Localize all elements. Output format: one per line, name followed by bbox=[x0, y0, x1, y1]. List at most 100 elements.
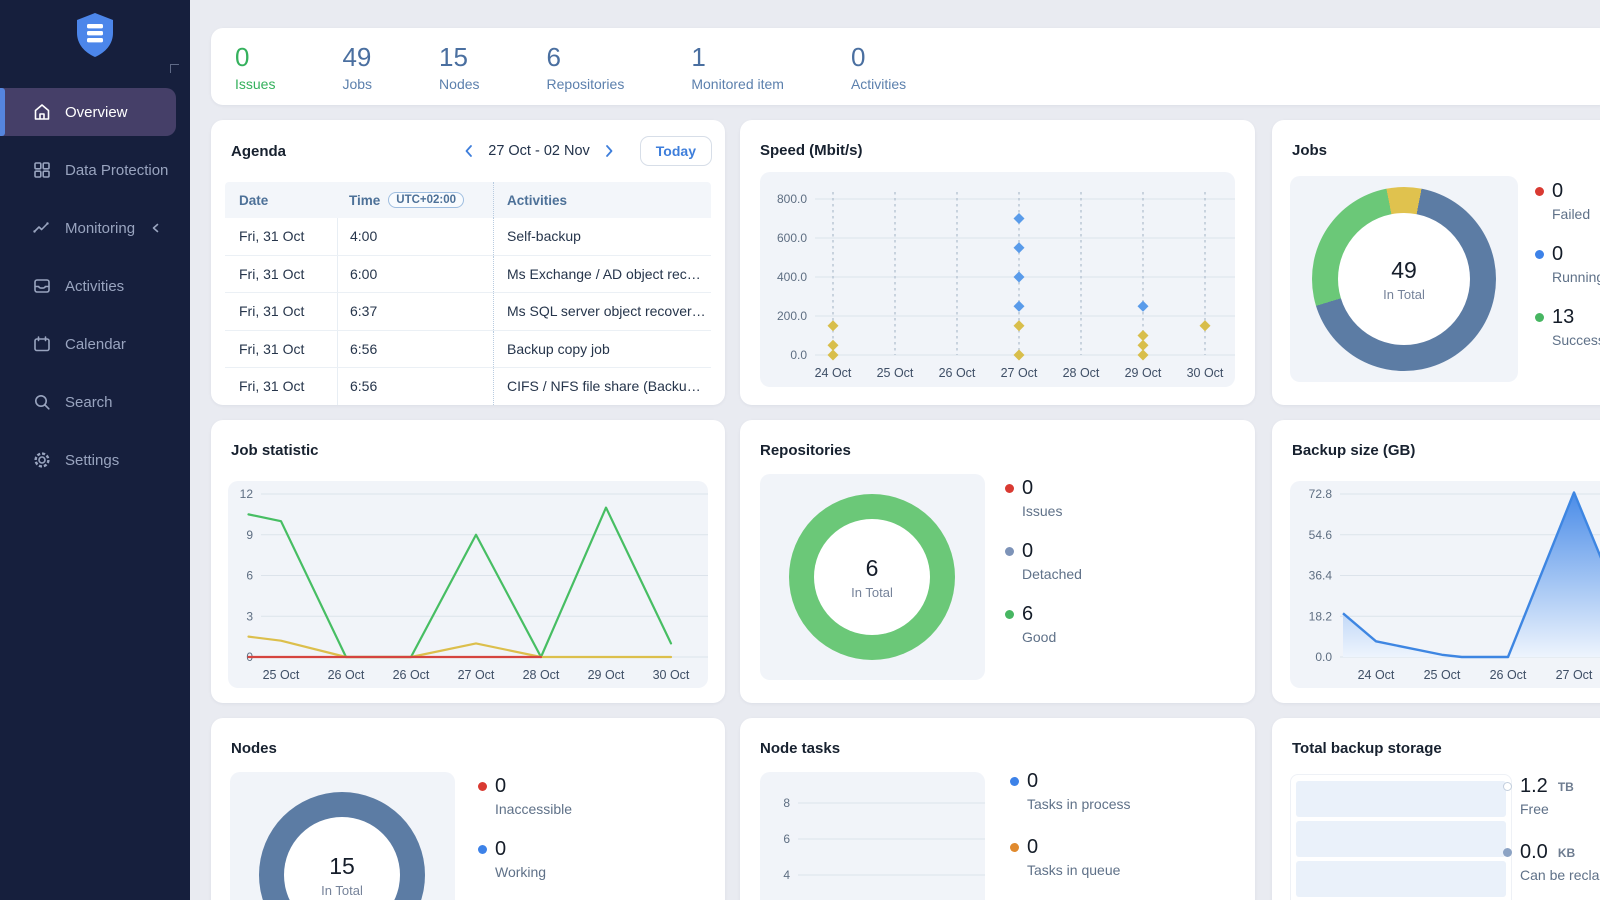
repositories-total-label: In Total bbox=[851, 585, 893, 600]
sidebar-item-label: Settings bbox=[65, 452, 119, 469]
stat-label: Activities bbox=[851, 76, 906, 92]
svg-text:24 Oct: 24 Oct bbox=[815, 366, 852, 380]
agenda-row[interactable]: Fri, 31 Oct 6:56 CIFS / NFS file share (… bbox=[225, 368, 711, 405]
sidebar-item-monitoring[interactable]: Monitoring bbox=[0, 204, 176, 252]
sidebar-item-label: Calendar bbox=[65, 336, 126, 353]
column-header-date: Date bbox=[225, 193, 337, 208]
svg-text:18.2: 18.2 bbox=[1309, 609, 1333, 623]
card-title: Speed (Mbit/s) bbox=[760, 142, 863, 159]
svg-text:26 Oct: 26 Oct bbox=[328, 668, 365, 682]
sidebar-item-label: Activities bbox=[65, 278, 124, 295]
jobs-donut-panel: 49 In Total bbox=[1290, 176, 1518, 382]
svg-text:27 Oct: 27 Oct bbox=[458, 668, 495, 682]
repositories-donut-panel: 6 In Total bbox=[760, 474, 985, 680]
svg-text:400.0: 400.0 bbox=[777, 270, 807, 284]
svg-text:28 Oct: 28 Oct bbox=[523, 668, 560, 682]
svg-text:26 Oct: 26 Oct bbox=[939, 366, 976, 380]
storage-bar bbox=[1296, 861, 1506, 897]
svg-text:25 Oct: 25 Oct bbox=[877, 366, 914, 380]
storage-bars bbox=[1290, 774, 1512, 900]
sidebar-item-calendar[interactable]: Calendar bbox=[0, 320, 176, 368]
sidebar-item-data-protection[interactable]: Data Protection bbox=[0, 146, 176, 194]
grid-icon bbox=[32, 160, 52, 180]
stat-value: 15 bbox=[439, 42, 479, 72]
card-title: Nodes bbox=[231, 740, 277, 757]
backup-size-panel: 0.018.236.454.672.824 Oct25 Oct26 Oct27 … bbox=[1290, 481, 1600, 688]
svg-text:6: 6 bbox=[246, 569, 253, 583]
stat-activities[interactable]: 0 Activities bbox=[851, 42, 906, 92]
stat-monitored-item[interactable]: 1 Monitored item bbox=[691, 42, 784, 92]
agenda-date-range[interactable]: 27 Oct - 02 Nov bbox=[488, 143, 590, 159]
chevron-right-icon bbox=[601, 143, 617, 159]
repositories-donut-chart: 6 In Total bbox=[789, 494, 955, 660]
card-title: Node tasks bbox=[760, 740, 840, 757]
stat-jobs[interactable]: 49 Jobs bbox=[342, 42, 372, 92]
home-icon bbox=[32, 102, 52, 122]
stat-label: Jobs bbox=[342, 76, 372, 92]
svg-text:25 Oct: 25 Oct bbox=[263, 668, 300, 682]
jobs-total-label: In Total bbox=[1383, 287, 1425, 302]
svg-text:29 Oct: 29 Oct bbox=[588, 668, 625, 682]
agenda-row[interactable]: Fri, 31 Oct 6:37 Ms SQL server object re… bbox=[225, 293, 711, 331]
legend-item: 0 Working bbox=[478, 838, 572, 880]
svg-text:24 Oct: 24 Oct bbox=[1358, 668, 1395, 682]
app-logo-shield-icon bbox=[74, 12, 116, 58]
legend-item: 0 Issues bbox=[1005, 477, 1082, 519]
agenda-next-button[interactable] bbox=[600, 142, 618, 160]
svg-text:8: 8 bbox=[783, 796, 790, 810]
nodes-legend: 0 Inaccessible 0 Working bbox=[478, 775, 572, 880]
jobs-legend: 0 Failed 0 Running 13 Success bbox=[1535, 180, 1600, 348]
legend-item: 0 Running bbox=[1535, 243, 1600, 285]
svg-text:0.0: 0.0 bbox=[1315, 650, 1332, 664]
stat-issues[interactable]: 0 Issues bbox=[235, 42, 275, 92]
sidebar-item-label: Monitoring bbox=[65, 220, 135, 237]
svg-text:4: 4 bbox=[783, 868, 790, 882]
repositories-legend: 0 Issues 0 Detached 6 Good bbox=[1005, 477, 1082, 645]
card-title: Jobs bbox=[1292, 142, 1327, 159]
stat-nodes[interactable]: 15 Nodes bbox=[439, 42, 479, 92]
sidebar-item-activities[interactable]: Activities bbox=[0, 262, 176, 310]
agenda-prev-button[interactable] bbox=[460, 142, 478, 160]
agenda-row[interactable]: Fri, 31 Oct 4:00 Self-backup bbox=[225, 218, 711, 256]
legend-item: 0 Inaccessible bbox=[478, 775, 572, 817]
svg-text:30 Oct: 30 Oct bbox=[1187, 366, 1224, 380]
main-content: 0 Issues 49 Jobs 15 Nodes 6 Repositories… bbox=[190, 0, 1600, 900]
card-title: Backup size (GB) bbox=[1292, 442, 1415, 459]
node-tasks-legend: 0 Tasks in process 0 Tasks in queue bbox=[1010, 770, 1130, 878]
sidebar-item-search[interactable]: Search bbox=[0, 378, 176, 426]
sidebar-collapse-icon[interactable] bbox=[170, 64, 179, 73]
sidebar-item-settings[interactable]: Settings bbox=[0, 436, 176, 484]
nodes-donut-panel: 15 In Total bbox=[230, 772, 455, 900]
svg-text:28 Oct: 28 Oct bbox=[1063, 366, 1100, 380]
nodes-total-label: In Total bbox=[321, 883, 363, 898]
svg-text:200.0: 200.0 bbox=[777, 309, 807, 323]
agenda-row[interactable]: Fri, 31 Oct 6:00 Ms Exchange / AD object… bbox=[225, 256, 711, 294]
legend-item: 0 Tasks in queue bbox=[1010, 836, 1130, 878]
svg-text:26 Oct: 26 Oct bbox=[1490, 668, 1527, 682]
sidebar-item-label: Search bbox=[65, 394, 113, 411]
trend-icon bbox=[32, 218, 52, 238]
backup-size-area-chart: 0.018.236.454.672.824 Oct25 Oct26 Oct27 … bbox=[1290, 481, 1600, 688]
svg-text:54.6: 54.6 bbox=[1309, 528, 1333, 542]
sidebar-item-overview[interactable]: Overview bbox=[0, 88, 176, 136]
stat-label: Nodes bbox=[439, 76, 479, 92]
svg-text:3: 3 bbox=[246, 609, 253, 623]
sidebar: Overview Data Protection Monitoring Acti… bbox=[0, 0, 190, 900]
stat-value: 0 bbox=[851, 42, 906, 72]
sidebar-item-label: Data Protection bbox=[65, 162, 168, 179]
agenda-row[interactable]: Fri, 31 Oct 6:56 Backup copy job bbox=[225, 331, 711, 369]
speed-chart-card: Speed (Mbit/s) 0.0200.0400.0600.0800.024… bbox=[740, 120, 1255, 405]
svg-text:12: 12 bbox=[240, 487, 254, 501]
stat-repositories[interactable]: 6 Repositories bbox=[547, 42, 625, 92]
svg-text:30 Oct: 30 Oct bbox=[653, 668, 690, 682]
svg-text:26 Oct: 26 Oct bbox=[393, 668, 430, 682]
svg-text:9: 9 bbox=[246, 528, 253, 542]
today-button[interactable]: Today bbox=[640, 136, 712, 166]
jobs-total-value: 49 bbox=[1391, 257, 1417, 284]
backup-size-card: Backup size (GB) 0.018.236.454.672.824 O… bbox=[1272, 420, 1600, 703]
inbox-icon bbox=[32, 276, 52, 296]
card-title: Job statistic bbox=[231, 442, 319, 459]
stat-label: Repositories bbox=[547, 76, 625, 92]
storage-bar bbox=[1296, 781, 1506, 817]
storage-bar bbox=[1296, 821, 1506, 857]
